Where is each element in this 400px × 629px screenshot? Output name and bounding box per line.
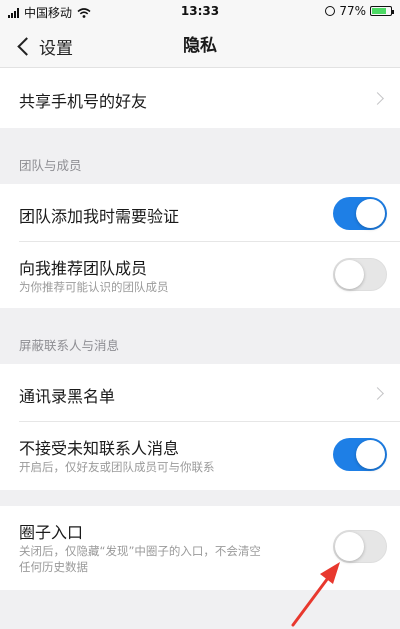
blacklist-row[interactable]: 通讯录黑名单	[0, 364, 400, 422]
recommend-members-row: 向我推荐团队成员 为你推荐可能认识的团队成员	[0, 242, 400, 308]
team-verify-row: 团队添加我时需要验证	[0, 184, 400, 242]
battery-percent: 77%	[339, 4, 366, 18]
section-header-team: 团队与成员	[19, 158, 82, 173]
moments-entry-subtitle-line2: 任何历史数据	[19, 560, 88, 574]
moments-entry-label: 圈子入口	[19, 523, 84, 542]
unknown-contact-subtitle: 开启后，仅好友或团队成员可与你联系	[19, 460, 215, 474]
battery-fill	[372, 8, 386, 14]
page-title: 隐私	[183, 36, 217, 56]
moments-entry-subtitle-line1: 关闭后，仅隐藏“发现”中圈子的入口，不会清空	[19, 544, 261, 558]
toggle-knob	[356, 440, 385, 469]
lock-rotation-icon	[325, 6, 336, 16]
unknown-contact-toggle[interactable]	[333, 438, 387, 471]
unknown-contact-row: 不接受未知联系人消息 开启后，仅好友或团队成员可与你联系	[0, 422, 400, 490]
status-right: 77%	[325, 4, 394, 18]
blacklist-label: 通讯录黑名单	[19, 387, 116, 406]
recommend-members-label: 向我推荐团队成员	[19, 259, 148, 278]
toggle-knob	[356, 199, 385, 228]
chevron-right-icon	[371, 387, 384, 400]
share-phone-friends-row[interactable]: 共享手机号的好友	[0, 68, 400, 128]
recommend-members-toggle[interactable]	[333, 258, 387, 291]
team-verify-label: 团队添加我时需要验证	[19, 207, 180, 226]
nav-bar: 设置 隐私	[0, 24, 400, 68]
recommend-members-subtitle: 为你推荐可能认识的团队成员	[19, 280, 169, 294]
toggle-knob	[335, 260, 364, 289]
share-phone-friends-label: 共享手机号的好友	[19, 92, 148, 111]
team-verify-toggle[interactable]	[333, 197, 387, 230]
status-bar: 中国移动 13:33 77%	[0, 0, 400, 24]
chevron-right-icon	[371, 92, 384, 105]
battery-icon	[370, 6, 394, 16]
section-header-block: 屏蔽联系人与消息	[19, 338, 120, 353]
toggle-knob	[335, 532, 364, 561]
moments-entry-toggle[interactable]	[333, 530, 387, 563]
moments-entry-row: 圈子入口 关闭后，仅隐藏“发现”中圈子的入口，不会清空 任何历史数据	[0, 506, 400, 590]
unknown-contact-label: 不接受未知联系人消息	[19, 439, 180, 458]
